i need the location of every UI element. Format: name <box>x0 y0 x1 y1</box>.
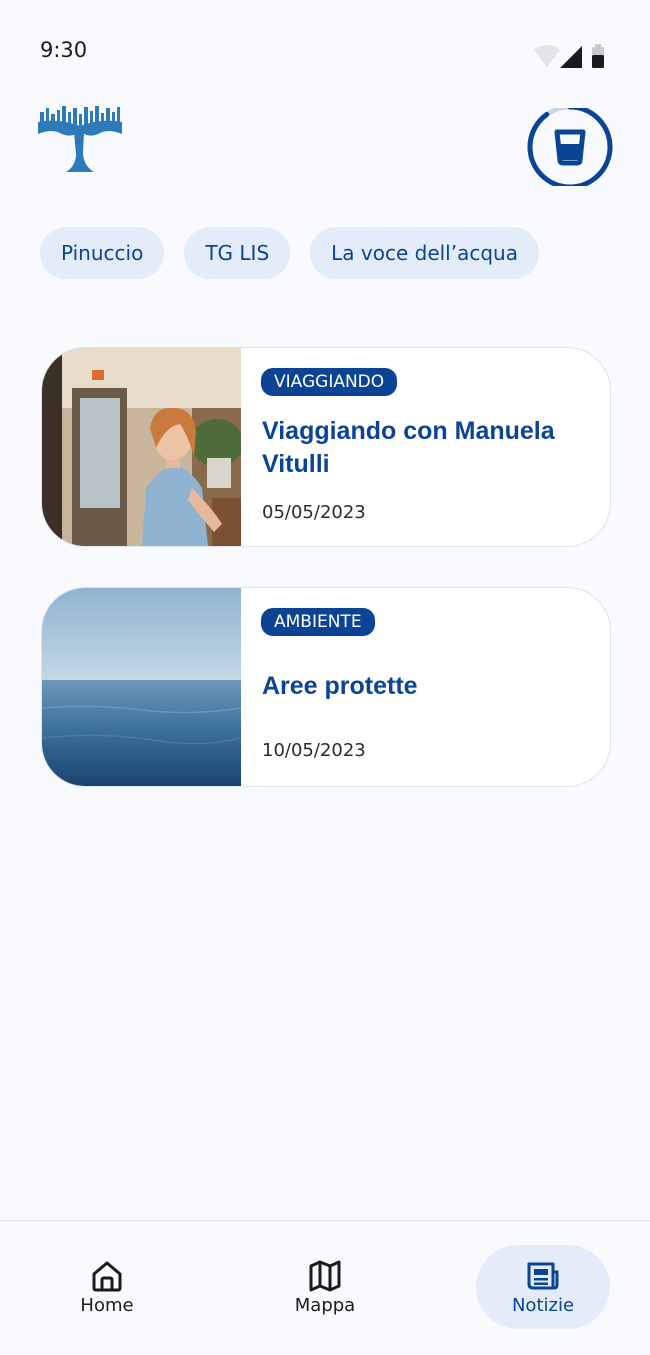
news-thumbnail-photo <box>42 588 241 786</box>
signal-icon <box>560 46 582 68</box>
nav-map[interactable]: Mappa <box>258 1245 392 1329</box>
news-thumbnail-photo <box>42 348 241 546</box>
water-progress-ring <box>527 108 613 186</box>
nav-label: Mappa <box>294 1295 356 1316</box>
news-title: Aree protette <box>262 672 418 700</box>
newspaper-icon <box>527 1262 559 1290</box>
category-chips: Pinuccio TG LIS La voce dell’acqua <box>40 227 539 279</box>
tree-logo-icon <box>38 106 122 172</box>
status-time: 9:30 <box>40 38 88 62</box>
category-tag: VIAGGIANDO <box>261 368 398 396</box>
wifi-icon <box>534 45 560 67</box>
nav-label: Home <box>80 1295 134 1316</box>
status-icons <box>534 44 604 68</box>
chip-tg-lis[interactable]: TG LIS <box>184 227 291 279</box>
home-icon <box>92 1261 122 1292</box>
water-glass-icon <box>554 129 586 166</box>
battery-icon <box>592 44 604 68</box>
nav-home[interactable]: Home <box>40 1245 174 1329</box>
nav-label: Notizie <box>511 1295 575 1316</box>
chip-la-voce-dell-acqua[interactable]: La voce dell’acqua <box>310 227 539 279</box>
news-date: 05/05/2023 <box>262 502 366 523</box>
category-tag: AMBIENTE <box>261 608 375 636</box>
news-title: Viaggiando con Manuela Vitulli <box>262 417 555 478</box>
water-tracker-button[interactable] <box>525 108 615 186</box>
chip-pinuccio[interactable]: Pinuccio <box>40 227 165 279</box>
news-date: 10/05/2023 <box>262 740 366 761</box>
news-card[interactable]: VIAGGIANDO Viaggiando con Manuela Vitull… <box>41 347 611 547</box>
nav-news[interactable]: Notizie <box>476 1245 610 1329</box>
map-icon <box>309 1260 341 1292</box>
bottom-navigation: Home Mappa Notizie <box>0 1220 650 1355</box>
status-bar: 9:30 <box>0 0 650 100</box>
news-card[interactable]: AMBIENTE Aree protette 10/05/2023 <box>41 587 611 787</box>
